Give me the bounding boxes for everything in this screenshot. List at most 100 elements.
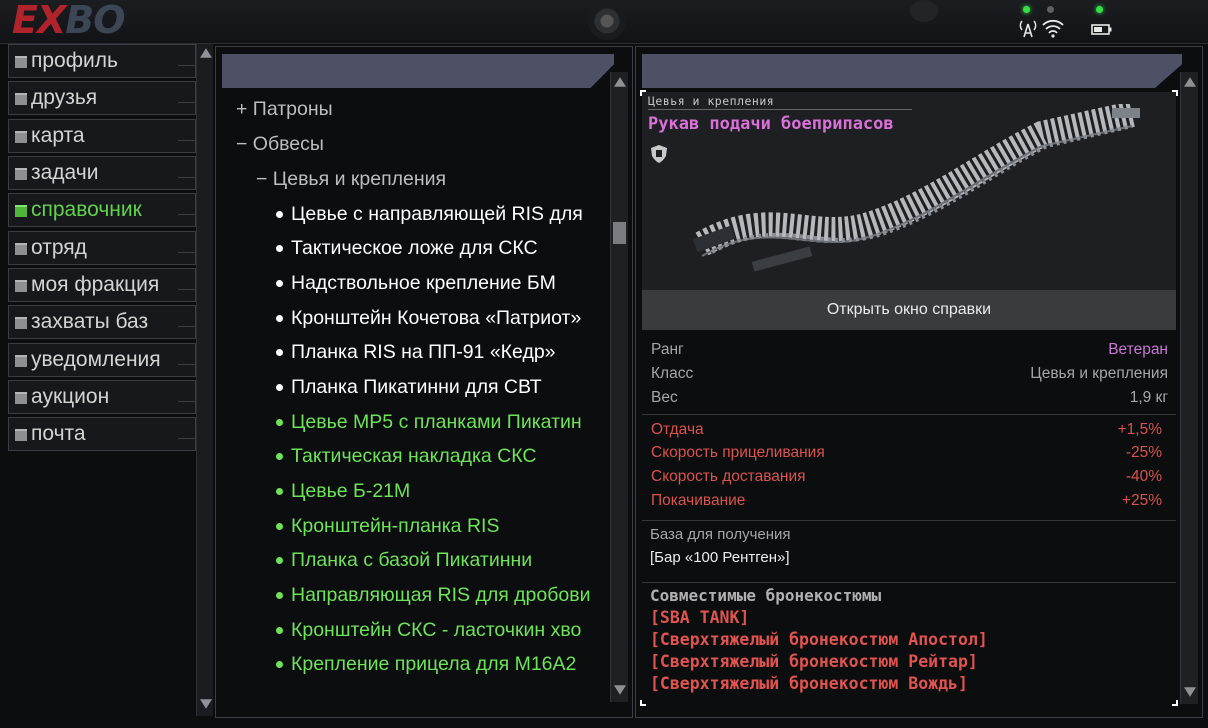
battery-icon [1091,24,1112,35]
signal-led-icon [1023,6,1030,13]
menu-item-auction[interactable]: аукцион [8,380,196,415]
compat-item[interactable]: [Сверхтяжелый бронекостюм Вождь] [650,674,968,693]
open-help-button[interactable]: Открыть окно справки [642,290,1176,330]
menu-square-icon [15,354,27,367]
wifi-icon [1042,19,1064,38]
center-emblem-icon [588,2,626,40]
menu-label: профиль [31,49,118,72]
item-preview: Цевья и крепления Рукав подачи боеприпас… [642,92,1176,290]
battery-led-icon [1096,6,1103,13]
ammo-belt-image [692,104,1140,272]
catalog-scrollbar[interactable] [610,72,628,702]
menu-label: почта [31,422,86,446]
menu-item-notifications[interactable]: уведомления [8,342,196,377]
compat-item[interactable]: [Сверхтяжелый бронекостюм Апостол] [650,630,988,649]
menu-square-icon [15,130,27,143]
tree-item[interactable]: Надствольное крепление БМ [276,267,556,299]
menu-item-reference[interactable]: справочник [8,193,196,228]
menu-label: задачи [31,161,99,185]
menu-square-icon [15,93,27,106]
corner-bracket [1172,700,1178,706]
shield-icon [651,145,667,163]
menu-label: моя фракция [31,273,160,297]
scroll-down-icon[interactable] [614,685,626,695]
stat-rank: Ранг Ветеран [651,341,1168,358]
menu-label: отряд [31,235,87,259]
menu-square-icon [15,242,27,255]
scroll-down-icon[interactable] [1184,687,1196,697]
exbo-logo: EXBO [12,0,126,42]
menu-item-profile[interactable]: профиль [8,44,196,78]
catalog-header-bar [222,54,614,88]
compat-item[interactable]: [Сверхтяжелый бронекостюм Рейтар] [650,652,978,671]
menu-item-map[interactable]: карта [8,118,196,153]
corner-bracket [640,700,646,706]
menu-item-base-captures[interactable]: захваты баз [8,305,196,340]
divider [642,520,1176,521]
menu-square-icon [15,280,27,293]
tree-category-attachments[interactable]: − Обвесы [236,128,324,160]
menu-item-friends[interactable]: друзья [8,81,196,116]
tree-category-ammo[interactable]: + Патроны [236,93,333,125]
menu-label: уведомления [31,347,161,371]
modifier-aim-speed: Скорость прицеливания -25% [651,444,1162,461]
scroll-thumb[interactable] [613,222,626,244]
tree-item[interactable]: Цевье MP5 с планками Пикатин [276,406,582,438]
menu-square-icon [15,392,27,405]
item-detail: Цевья и крепления Рукав подачи боеприпас… [640,90,1178,706]
menu-square-icon [15,205,27,218]
scroll-up-icon[interactable] [1184,77,1196,87]
tree-item[interactable]: Направляющая RIS для дробови [276,579,591,611]
menu-item-squad[interactable]: отряд [8,230,196,265]
antenna-icon [1019,20,1037,38]
base-label: База для получения [650,526,791,543]
corner-bracket [640,90,646,96]
modifier-draw-speed: Скорость доставания -40% [651,468,1162,485]
menu-square-icon [15,429,27,442]
base-value[interactable]: [Бар «100 Рентген»] [650,549,790,566]
compat-title: Совместимые бронекостюмы [650,586,882,605]
tree-item[interactable]: Цевье Б-21М [276,475,410,507]
indicator-dot [910,0,938,22]
menu-scrollbar[interactable] [196,44,213,716]
top-bar: EXBO [0,0,1208,44]
catalog-tree: + Патроны − Обвесы − Цевья и крепления Ц… [222,92,607,690]
tree-item[interactable]: Тактическое ложе для СКС [276,232,538,264]
tree-item[interactable]: Планка RIS на ПП-91 «Кедр» [276,336,556,368]
menu-label: аукцион [31,385,110,409]
menu-square-icon [15,317,27,330]
divider [642,582,1176,583]
stat-weight: Вес 1,9 кг [651,389,1168,406]
detail-scrollbar[interactable] [1180,72,1198,704]
menu-item-my-faction[interactable]: моя фракция [8,268,196,303]
menu-label: карта [31,123,85,147]
scroll-up-icon[interactable] [200,48,212,58]
tree-item[interactable]: Планка Пикатинни для СВТ [276,371,542,403]
stat-class: Класс Цевья и крепления [651,365,1168,382]
menu-item-mail[interactable]: почта [8,417,196,452]
menu-label: захваты баз [31,310,149,334]
scroll-down-icon[interactable] [200,699,212,709]
menu-square-icon [15,168,27,181]
main-menu: профиль друзья карта задачи справочник о… [8,44,196,455]
wifi-led-icon [1047,6,1054,13]
corner-bracket [1172,90,1178,96]
tree-item[interactable]: Тактическая накладка СКС [276,440,536,472]
tree-item[interactable]: Кронштейн СКС - ласточкин хво [276,614,581,646]
menu-square-icon [15,56,27,68]
divider [642,414,1176,415]
tree-item[interactable]: Планка с базой Пикатинни [276,544,532,576]
scroll-up-icon[interactable] [614,77,626,87]
tree-item[interactable]: Крепление прицела для M16A2 [276,648,576,680]
menu-label: друзья [31,86,98,110]
tree-category-handguards[interactable]: − Цевья и крепления [256,163,446,195]
modifier-recoil: Отдача +1,5% [651,421,1162,438]
compat-item[interactable]: [SBA TANK] [650,608,749,627]
modifier-sway: Покачивание +25% [651,492,1162,509]
tree-item[interactable]: Кронштейн Кочетова «Патриот» [276,302,581,334]
menu-item-tasks[interactable]: задачи [8,156,196,191]
tree-item[interactable]: Кронштейн-планка RIS [276,510,499,542]
menu-label: справочник [31,198,142,222]
detail-header-bar [642,54,1182,88]
tree-item[interactable]: Цевье с направляющей RIS для [276,198,583,230]
